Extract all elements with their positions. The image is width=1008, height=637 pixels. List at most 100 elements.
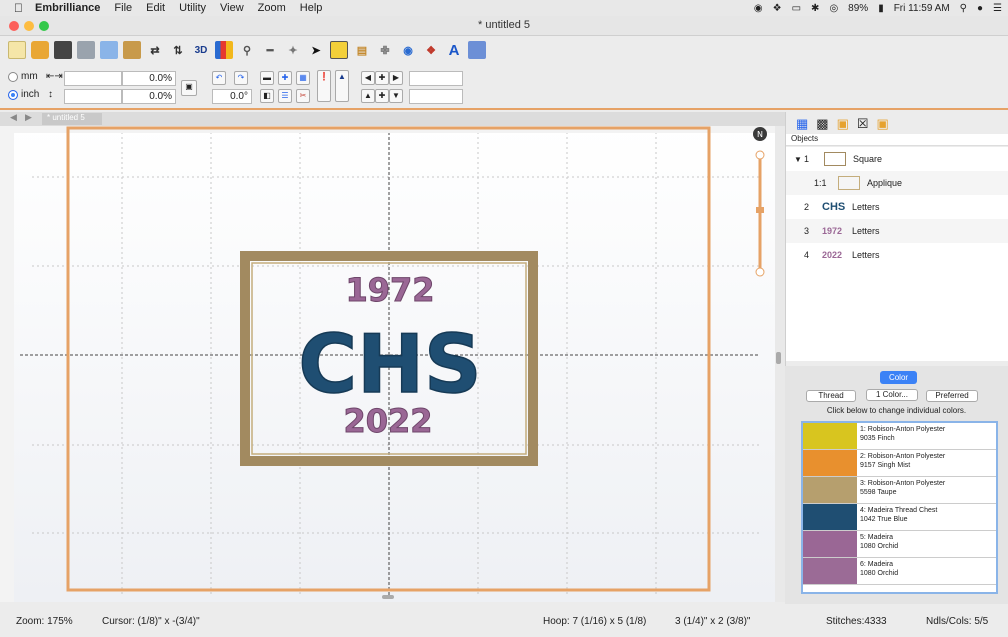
chart-icon[interactable] bbox=[215, 41, 233, 59]
mm-radio[interactable] bbox=[8, 71, 18, 82]
bluetooth-icon[interactable]: ✱ bbox=[811, 3, 819, 14]
pos-y-field[interactable] bbox=[409, 89, 463, 104]
chs-text[interactable]: CHS bbox=[298, 317, 483, 412]
apple-menu-icon[interactable]:  bbox=[14, 1, 23, 15]
menu-zoom[interactable]: Zoom bbox=[258, 2, 286, 14]
color-swatch[interactable] bbox=[803, 423, 857, 449]
thread-row[interactable]: 4: Madeira Thread Chest 1042 True Blue bbox=[803, 504, 996, 531]
export-icon[interactable] bbox=[468, 41, 486, 59]
width-percent-field[interactable]: 0.0% bbox=[122, 71, 176, 86]
unit-inch-option[interactable]: inch bbox=[8, 89, 39, 100]
print-icon[interactable] bbox=[77, 41, 95, 59]
zoom-slider[interactable]: N bbox=[753, 127, 767, 277]
menu-view[interactable]: View bbox=[220, 2, 244, 14]
vertical-scrollbar[interactable] bbox=[775, 126, 785, 602]
text-a-icon[interactable]: A bbox=[445, 41, 463, 59]
thread-row[interactable]: 2: Robison-Anton Polyester 9157 Singh Mis… bbox=[803, 450, 996, 477]
save-icon[interactable] bbox=[54, 41, 72, 59]
vertical-scroll-thumb[interactable] bbox=[776, 352, 781, 364]
flip-vertical-icon[interactable]: ⇅ bbox=[169, 41, 187, 59]
thread-row[interactable]: 1: Robison-Anton Polyester 9035 Finch bbox=[803, 423, 996, 450]
app-menu[interactable]: Embrilliance bbox=[35, 2, 100, 14]
align-grid-icon[interactable]: ▦ bbox=[296, 71, 310, 85]
clock[interactable]: Fri 11:59 AM bbox=[894, 3, 950, 14]
rotate-left-button[interactable]: ↶ bbox=[212, 71, 226, 85]
nudge-center-icon[interactable]: ✚ bbox=[375, 89, 389, 103]
flip-horizontal-icon[interactable]: ⇄ bbox=[146, 41, 164, 59]
airplay-icon[interactable]: ▭ bbox=[792, 3, 801, 14]
one-color-button[interactable]: 1 Color... bbox=[866, 389, 918, 401]
globe-icon[interactable]: ◉ bbox=[399, 41, 417, 59]
color-swatch[interactable] bbox=[803, 477, 857, 503]
object-row-chs[interactable]: 2 CHS Letters bbox=[786, 195, 1008, 219]
tab-back-icon[interactable]: ◀ bbox=[10, 112, 17, 123]
align-left-icon[interactable]: ◧ bbox=[260, 89, 274, 103]
hoop-icon[interactable]: ▲ bbox=[335, 70, 349, 102]
width-field[interactable] bbox=[64, 71, 122, 86]
menu-help[interactable]: Help bbox=[300, 2, 323, 14]
object-row-square[interactable]: ▼ 1 Square bbox=[786, 147, 1008, 171]
siri-icon[interactable]: ● bbox=[977, 3, 983, 14]
expand-arrow-icon[interactable]: ▼ bbox=[794, 155, 804, 164]
height-percent-field[interactable]: 0.0% bbox=[122, 89, 176, 104]
text-box-icon[interactable] bbox=[330, 41, 348, 59]
3d-view-icon[interactable]: 3D bbox=[192, 41, 210, 59]
scissors-icon[interactable]: ✂ bbox=[296, 89, 310, 103]
align-center-icon[interactable]: ✚ bbox=[278, 71, 292, 85]
new-file-icon[interactable] bbox=[8, 41, 26, 59]
rotate-right-button[interactable]: ↷ bbox=[234, 71, 248, 85]
inch-radio[interactable] bbox=[8, 89, 18, 100]
pos-x-field[interactable] bbox=[409, 71, 463, 86]
delete-object-icon[interactable]: ☒ bbox=[857, 116, 869, 132]
menu-edit[interactable]: Edit bbox=[146, 2, 165, 14]
align-top-icon[interactable]: ▬ bbox=[260, 71, 274, 85]
menu-utility[interactable]: Utility bbox=[179, 2, 206, 14]
design-canvas[interactable]: 1972 CHS 2022 N bbox=[0, 126, 775, 602]
open-folder-icon[interactable] bbox=[31, 41, 49, 59]
battery-icon[interactable]: ▮ bbox=[878, 3, 884, 14]
thread-spool-icon[interactable]: ▤ bbox=[353, 41, 371, 59]
needle-icon[interactable]: ✙ bbox=[376, 41, 394, 59]
nudge-down-icon[interactable]: ▼ bbox=[389, 89, 403, 103]
ruler-icon[interactable]: ━ bbox=[261, 41, 279, 59]
color-swatch[interactable] bbox=[803, 504, 857, 530]
year-bottom-text[interactable]: 2022 bbox=[343, 402, 433, 441]
wifi-icon[interactable]: ◎ bbox=[829, 3, 838, 14]
color-swatch[interactable] bbox=[803, 450, 857, 476]
color-swatch[interactable] bbox=[803, 558, 857, 584]
angle-field[interactable]: 0.0° bbox=[212, 89, 252, 104]
object-row-1972[interactable]: 3 1972 Letters bbox=[786, 219, 1008, 243]
stitch-icon[interactable]: ✦ bbox=[284, 41, 302, 59]
thread-row[interactable]: 3: Robison-Anton Polyester 5598 Taupe bbox=[803, 477, 996, 504]
control-center-icon[interactable]: ☰ bbox=[993, 3, 1002, 14]
tab-untitled-5[interactable]: * untitled 5 bbox=[42, 113, 102, 125]
lock-aspect-icon[interactable]: ▣ bbox=[181, 80, 197, 96]
object-row-applique[interactable]: 1:1 Applique bbox=[786, 171, 1008, 195]
height-field[interactable] bbox=[64, 89, 122, 104]
spotlight-icon[interactable]: ⚲ bbox=[960, 3, 967, 14]
tab-color[interactable]: Color bbox=[880, 371, 917, 384]
copy-icon[interactable] bbox=[100, 41, 118, 59]
year-top-text[interactable]: 1972 bbox=[345, 271, 435, 310]
magnify-icon[interactable]: ⚲ bbox=[238, 41, 256, 59]
thread-row[interactable]: 5: Madeira 1080 Orchid bbox=[803, 531, 996, 558]
preferred-button[interactable]: Preferred bbox=[926, 390, 978, 402]
nudge-up-icon[interactable]: ▲ bbox=[361, 89, 375, 103]
unlock-icon[interactable]: ▣ bbox=[877, 116, 889, 132]
nudge-left-top-icon[interactable]: ◀ bbox=[361, 71, 375, 85]
pointer-icon[interactable]: ➤ bbox=[307, 41, 325, 59]
lock-icon[interactable]: ▣ bbox=[837, 116, 849, 132]
menu-file[interactable]: File bbox=[114, 2, 132, 14]
horizontal-scroll-thumb[interactable] bbox=[382, 595, 394, 599]
nudge-center-top-icon[interactable]: ✚ bbox=[375, 71, 389, 85]
unit-mm-option[interactable]: mm bbox=[8, 71, 38, 82]
thread-button[interactable]: Thread bbox=[806, 390, 856, 402]
tab-forward-icon[interactable]: ▶ bbox=[25, 112, 32, 123]
sequence-icon[interactable]: ❗ bbox=[317, 70, 331, 102]
dropbox-icon[interactable]: ❖ bbox=[773, 3, 782, 14]
distribute-icon[interactable]: ☰ bbox=[278, 89, 292, 103]
apply-icon[interactable]: ❖ bbox=[422, 41, 440, 59]
ungroup-icon[interactable]: ▩ bbox=[816, 116, 828, 132]
color-swatch[interactable] bbox=[803, 531, 857, 557]
record-icon[interactable]: ◉ bbox=[754, 3, 763, 14]
